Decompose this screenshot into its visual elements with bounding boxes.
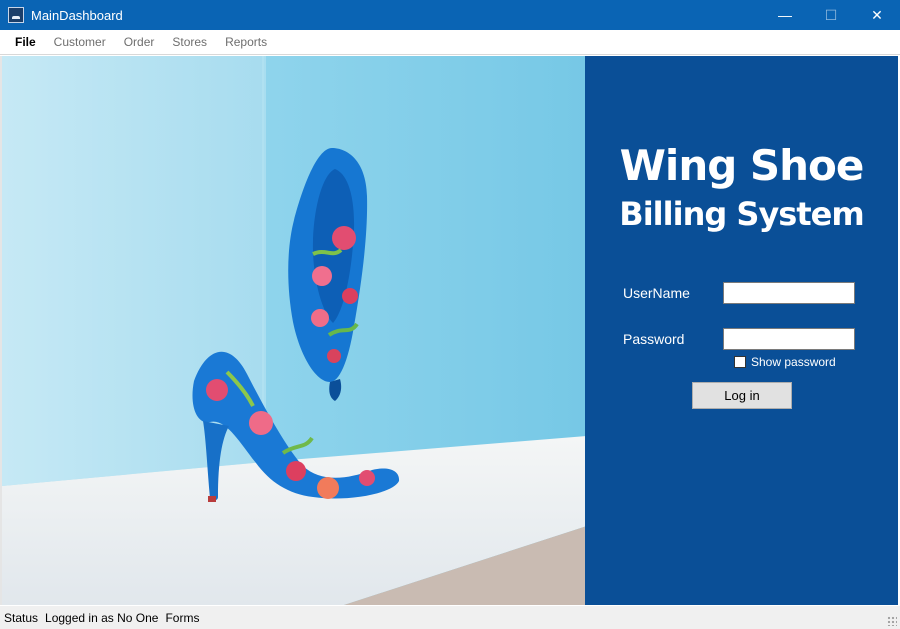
resize-grip-icon[interactable] <box>887 616 897 626</box>
window-controls: — ☐ ✕ <box>762 0 900 30</box>
status-label: Status <box>4 610 39 625</box>
close-button[interactable]: ✕ <box>854 0 900 30</box>
brand-subtitle: Billing System <box>619 195 864 233</box>
username-input[interactable] <box>723 282 855 304</box>
maximize-button[interactable]: ☐ <box>808 0 854 30</box>
menu-bar: File Customer Order Stores Reports <box>0 30 900 55</box>
password-label: Password <box>623 331 685 347</box>
window-title: MainDashboard <box>31 7 123 23</box>
brand-title: Wing Shoe <box>619 141 865 190</box>
menu-customer[interactable]: Customer <box>45 35 115 49</box>
login-panel: Wing Shoe Billing System UserName Passwo… <box>585 56 898 605</box>
status-forms: Forms <box>165 610 200 625</box>
login-button[interactable]: Log in <box>692 382 792 409</box>
content-area: Wing Shoe Billing System UserName Passwo… <box>0 55 900 606</box>
password-input[interactable] <box>723 328 855 350</box>
show-password-label[interactable]: Show password <box>751 355 836 369</box>
status-logged-in: Logged in as No One <box>45 610 159 625</box>
hero-image <box>0 56 585 605</box>
menu-reports[interactable]: Reports <box>216 35 276 49</box>
menu-stores[interactable]: Stores <box>163 35 216 49</box>
menu-order[interactable]: Order <box>115 35 164 49</box>
app-shoe-icon <box>8 7 24 23</box>
status-bar: Status Logged in as No One Forms <box>0 606 900 629</box>
title-bar[interactable]: MainDashboard — ☐ ✕ <box>0 0 900 30</box>
minimize-button[interactable]: — <box>762 0 808 30</box>
menu-file[interactable]: File <box>6 35 45 49</box>
show-password-checkbox[interactable] <box>734 356 746 368</box>
username-label: UserName <box>623 285 690 301</box>
shoe-photo-illustration <box>2 56 585 605</box>
